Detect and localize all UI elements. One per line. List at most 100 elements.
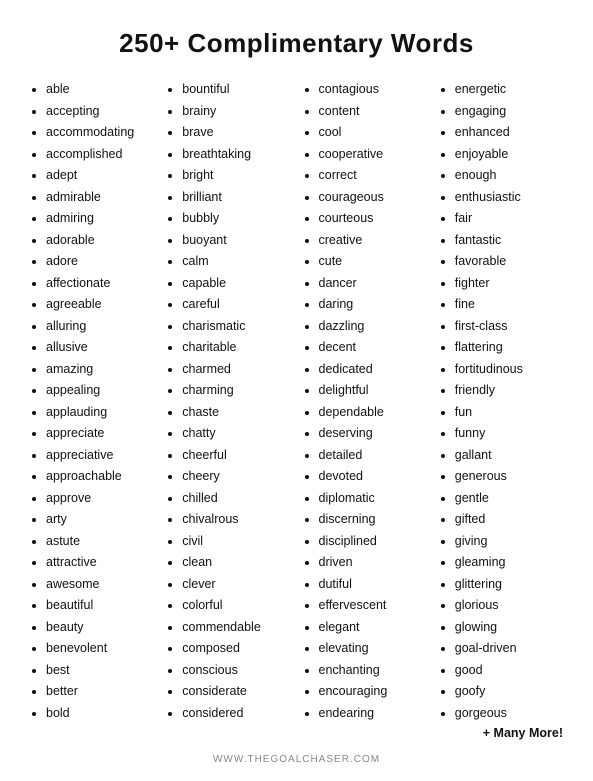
list-item: awesome — [46, 574, 156, 596]
list-item: endearing — [319, 703, 429, 725]
column-2: bountifulbrainybravebreathtakingbrightbr… — [160, 79, 296, 724]
list-item: deserving — [319, 423, 429, 445]
page: 250+ Complimentary Words ableacceptingac… — [0, 0, 593, 781]
list-item: daring — [319, 294, 429, 316]
list-item: enjoyable — [455, 144, 565, 166]
list-item: glittering — [455, 574, 565, 596]
list-item: glowing — [455, 617, 565, 639]
list-item: fighter — [455, 273, 565, 295]
list-item: careful — [182, 294, 292, 316]
list-item: applauding — [46, 402, 156, 424]
list-item: approachable — [46, 466, 156, 488]
list-item: chivalrous — [182, 509, 292, 531]
list-item: cheerful — [182, 445, 292, 467]
list-item: civil — [182, 531, 292, 553]
list-item: bountiful — [182, 79, 292, 101]
list-item: diplomatic — [319, 488, 429, 510]
list-item: gentle — [455, 488, 565, 510]
list-item: admirable — [46, 187, 156, 209]
list-item: good — [455, 660, 565, 682]
list-item: colorful — [182, 595, 292, 617]
list-item: amazing — [46, 359, 156, 381]
list-item: dazzling — [319, 316, 429, 338]
list-item: capable — [182, 273, 292, 295]
list-item: enhanced — [455, 122, 565, 144]
list-item: first-class — [455, 316, 565, 338]
list-item: charming — [182, 380, 292, 402]
list-item: goofy — [455, 681, 565, 703]
list-item: allusive — [46, 337, 156, 359]
list-item: fortitudinous — [455, 359, 565, 381]
page-title: 250+ Complimentary Words — [24, 28, 569, 59]
list-item: admiring — [46, 208, 156, 230]
list-item: buoyant — [182, 230, 292, 252]
list-item: disciplined — [319, 531, 429, 553]
list-item: decent — [319, 337, 429, 359]
list-item: better — [46, 681, 156, 703]
list-item: energetic — [455, 79, 565, 101]
list-item: enough — [455, 165, 565, 187]
list-item: courageous — [319, 187, 429, 209]
list-item: benevolent — [46, 638, 156, 660]
list-item: gleaming — [455, 552, 565, 574]
list-item: correct — [319, 165, 429, 187]
list-item: chaste — [182, 402, 292, 424]
list-item: gifted — [455, 509, 565, 531]
list-item: creative — [319, 230, 429, 252]
list-item: best — [46, 660, 156, 682]
list-item: adept — [46, 165, 156, 187]
list-item: clever — [182, 574, 292, 596]
list-item: enthusiastic — [455, 187, 565, 209]
list-item: appreciate — [46, 423, 156, 445]
list-item: friendly — [455, 380, 565, 402]
list-item: brave — [182, 122, 292, 144]
list-item: giving — [455, 531, 565, 553]
list-item: brilliant — [182, 187, 292, 209]
list-item: attractive — [46, 552, 156, 574]
list-item: cool — [319, 122, 429, 144]
list-item: astute — [46, 531, 156, 553]
list-item: chatty — [182, 423, 292, 445]
list-item: adore — [46, 251, 156, 273]
list-item: elevating — [319, 638, 429, 660]
list-item: charitable — [182, 337, 292, 359]
list-item: bold — [46, 703, 156, 725]
list-item: dependable — [319, 402, 429, 424]
list-item: beautiful — [46, 595, 156, 617]
column-1: ableacceptingaccommodatingaccomplishedad… — [24, 79, 160, 724]
list-item: beauty — [46, 617, 156, 639]
list-item: fun — [455, 402, 565, 424]
list-item: commendable — [182, 617, 292, 639]
list-item: content — [319, 101, 429, 123]
list-item: dancer — [319, 273, 429, 295]
list-item: bright — [182, 165, 292, 187]
list-item: fine — [455, 294, 565, 316]
list-item: dedicated — [319, 359, 429, 381]
list-item: alluring — [46, 316, 156, 338]
list-item: enchanting — [319, 660, 429, 682]
list-item: fair — [455, 208, 565, 230]
column-4: energeticengagingenhancedenjoyableenough… — [433, 79, 569, 724]
list-item: clean — [182, 552, 292, 574]
list-item: brainy — [182, 101, 292, 123]
list-item: chilled — [182, 488, 292, 510]
list-item: glorious — [455, 595, 565, 617]
list-item: flattering — [455, 337, 565, 359]
list-item: discerning — [319, 509, 429, 531]
list-item: approve — [46, 488, 156, 510]
list-item: agreeable — [46, 294, 156, 316]
list-item: appealing — [46, 380, 156, 402]
list-item: dutiful — [319, 574, 429, 596]
list-item: driven — [319, 552, 429, 574]
list-item: breathtaking — [182, 144, 292, 166]
list-item: conscious — [182, 660, 292, 682]
list-item: cooperative — [319, 144, 429, 166]
list-item: engaging — [455, 101, 565, 123]
list-item: delightful — [319, 380, 429, 402]
list-item: devoted — [319, 466, 429, 488]
list-item: courteous — [319, 208, 429, 230]
list-item: favorable — [455, 251, 565, 273]
footer: WWW.THEGOALCHASER.COM — [24, 754, 569, 765]
column-3: contagiouscontentcoolcooperativecorrectc… — [297, 79, 433, 724]
word-columns: ableacceptingaccommodatingaccomplishedad… — [24, 79, 569, 724]
